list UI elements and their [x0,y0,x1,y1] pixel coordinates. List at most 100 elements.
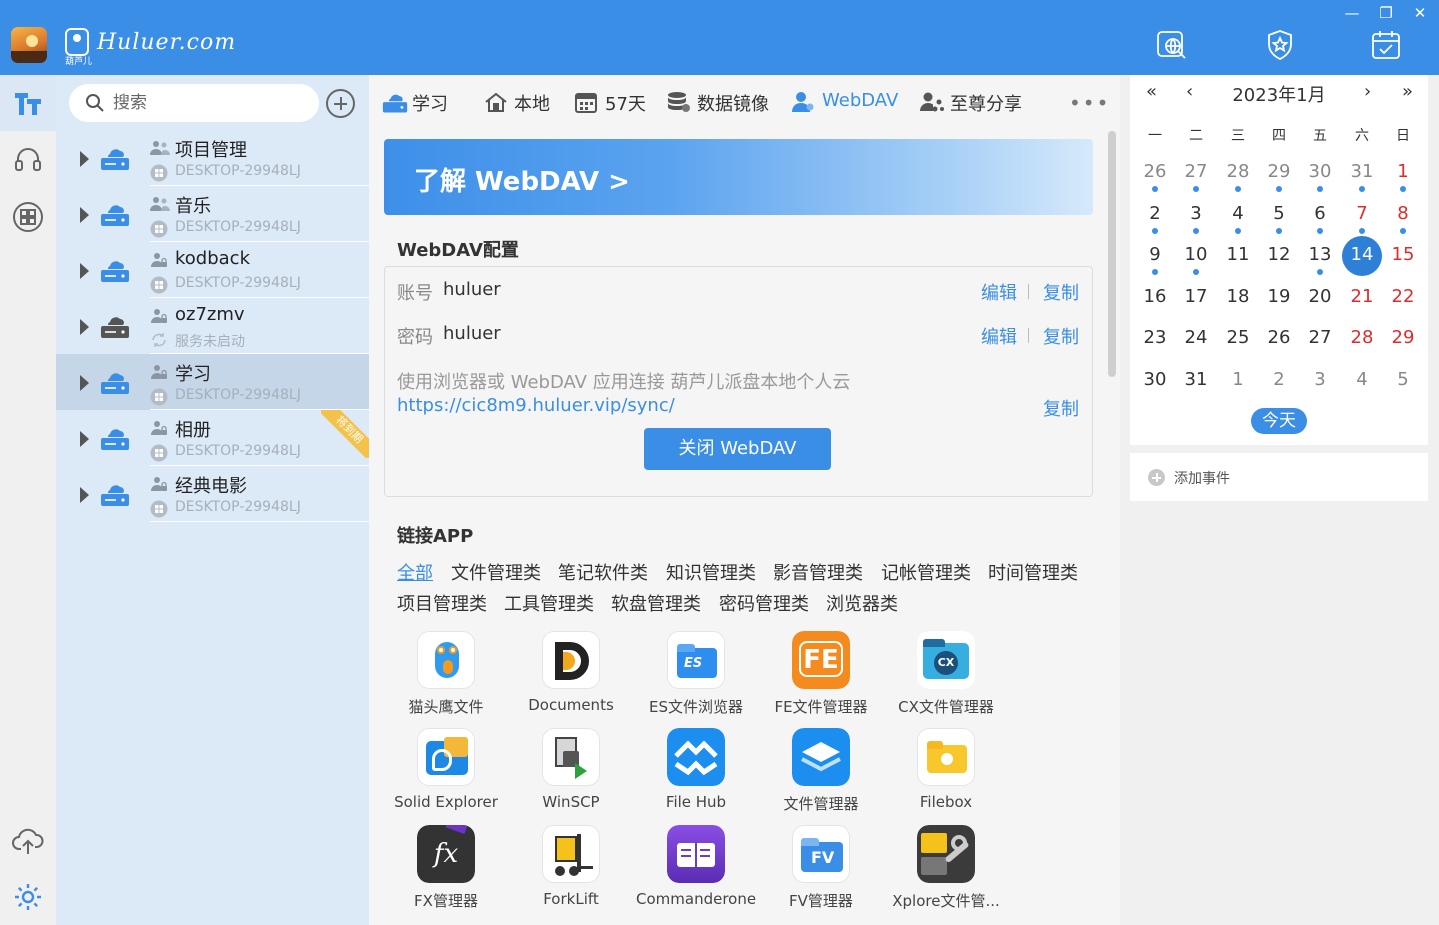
calendar-day[interactable]: 24 [1176,321,1216,361]
category-tab[interactable]: 工具管理类 [504,590,594,616]
calendar-day[interactable]: 11 [1218,238,1258,278]
expand-arrow-icon[interactable] [80,151,89,167]
calendar-day[interactable]: 30 [1135,363,1175,403]
expand-arrow-icon[interactable] [80,431,89,447]
disk-item[interactable]: 项目管理 DESKTOP-29948LJ [56,130,369,186]
copy-url-link[interactable]: 复制 [1043,395,1079,421]
calendar-day[interactable]: 7 [1342,197,1382,237]
disk-item[interactable]: 相册 DESKTOP-29948LJ 将到期 [56,410,369,466]
category-tab[interactable]: 全部 [397,559,433,585]
category-tab[interactable]: 软盘管理类 [611,590,701,616]
close-webdav-button[interactable]: 关闭 WebDAV [644,428,831,470]
edit-password-link[interactable]: 编辑 [981,323,1017,349]
app-tile[interactable]: 文件管理器 [761,728,881,823]
expand-arrow-icon[interactable] [80,375,89,391]
minimize-button[interactable]: — [1338,3,1366,23]
category-tab[interactable]: 浏览器类 [826,590,898,616]
calendar-day[interactable]: 26 [1259,321,1299,361]
expand-arrow-icon[interactable] [80,207,89,223]
rail-item-settings[interactable] [0,869,56,925]
copy-password-link[interactable]: 复制 [1043,323,1079,349]
category-tab[interactable]: 项目管理类 [397,590,487,616]
category-tab[interactable]: 时间管理类 [988,559,1078,585]
edit-account-link[interactable]: 编辑 [981,279,1017,305]
app-tile[interactable]: 猫头鹰文件 [386,631,506,726]
calendar-day[interactable]: 22 [1383,280,1423,320]
shield-star-button[interactable] [1263,28,1297,62]
next-month-button[interactable]: › [1364,81,1371,102]
calendar-day[interactable]: 28 [1218,155,1258,195]
search-globe-button[interactable] [1155,28,1189,62]
calendar-day[interactable]: 12 [1259,238,1299,278]
calendar-day[interactable]: 2 [1135,197,1175,237]
add-event-button[interactable]: 添加事件 [1130,453,1428,501]
prev-year-button[interactable]: « [1146,81,1157,102]
next-year-button[interactable]: » [1402,81,1413,102]
app-tile[interactable]: fx FX管理器 [386,825,506,920]
calendar-day[interactable]: 23 [1135,321,1175,361]
webdav-url-link[interactable]: https://cic8m9.huluer.vip/sync/ [397,395,675,416]
search-input[interactable] [113,90,308,116]
rail-item-disks[interactable] [0,75,56,131]
calendar-day[interactable]: 2 [1259,363,1299,403]
calendar-day[interactable]: 5 [1259,197,1299,237]
category-tab[interactable]: 知识管理类 [666,559,756,585]
calendar-day[interactable]: 28 [1342,321,1382,361]
calendar-day[interactable]: 31 [1342,155,1382,195]
calendar-day[interactable]: 6 [1300,197,1340,237]
category-tab[interactable]: 记帐管理类 [881,559,971,585]
expand-arrow-icon[interactable] [80,263,89,279]
calendar-day[interactable]: 4 [1218,197,1258,237]
app-tile[interactable]: File Hub [636,728,756,823]
calendar-day[interactable]: 31 [1176,363,1216,403]
calendar-day[interactable]: 9 [1135,238,1175,278]
app-tile[interactable]: Documents [511,631,631,726]
calendar-day[interactable]: 27 [1300,321,1340,361]
calendar-day[interactable]: 3 [1300,363,1340,403]
close-window-button[interactable]: ✕ [1406,3,1434,23]
app-tile[interactable]: ForkLift [511,825,631,920]
disk-item[interactable]: 经典电影 DESKTOP-29948LJ [56,466,369,522]
app-tile[interactable]: Solid Explorer [386,728,506,823]
calendar-day[interactable]: 1 [1218,363,1258,403]
calendar-day[interactable]: 10 [1176,238,1216,278]
webdav-banner[interactable]: 了解 WebDAV > [384,139,1093,215]
calendar-day[interactable]: 25 [1218,321,1258,361]
rail-item-headset[interactable] [0,132,56,188]
calendar-day[interactable]: 18 [1218,280,1258,320]
app-tile[interactable]: CX CX文件管理器 [886,631,1006,726]
calendar-day[interactable]: 29 [1259,155,1299,195]
app-tile[interactable]: FE FE文件管理器 [761,631,881,726]
app-tile[interactable]: Xplore文件管... [886,825,1006,920]
category-tab[interactable]: 笔记软件类 [558,559,648,585]
category-tab[interactable]: 影音管理类 [773,559,863,585]
calendar-day[interactable]: 4 [1342,363,1382,403]
calendar-day[interactable]: 1 [1383,155,1423,195]
calendar-day[interactable]: 8 [1383,197,1423,237]
copy-account-link[interactable]: 复制 [1043,279,1079,305]
today-button[interactable]: 今天 [1251,408,1307,434]
calendar-day[interactable]: 19 [1259,280,1299,320]
more-menu-button[interactable]: ••• [1069,91,1110,115]
calendar-check-button[interactable] [1370,28,1404,62]
maximize-button[interactable]: ❐ [1372,3,1400,23]
rail-item-apps[interactable] [0,189,56,245]
add-disk-button[interactable] [326,89,355,118]
calendar-day[interactable]: 30 [1300,155,1340,195]
expand-arrow-icon[interactable] [80,319,89,335]
rail-item-upload[interactable] [0,813,56,869]
calendar-day[interactable]: 17 [1176,280,1216,320]
calendar-day[interactable]: 5 [1383,363,1423,403]
scrollbar-thumb[interactable] [1108,131,1116,377]
category-tab[interactable]: 密码管理类 [719,590,809,616]
disk-item[interactable]: 学习 DESKTOP-29948LJ [56,354,369,410]
calendar-day[interactable]: 20 [1300,280,1340,320]
disk-item[interactable]: kodback DESKTOP-29948LJ [56,242,369,298]
calendar-day[interactable]: 13 [1300,238,1340,278]
search-box[interactable] [69,84,319,122]
app-tile[interactable]: Filebox [886,728,1006,823]
calendar-day-today[interactable]: 14 [1342,236,1382,276]
calendar-day[interactable]: 26 [1135,155,1175,195]
disk-item[interactable]: oz7zmv 服务未启动 [56,298,369,354]
app-tile[interactable]: Commanderone [636,825,756,920]
